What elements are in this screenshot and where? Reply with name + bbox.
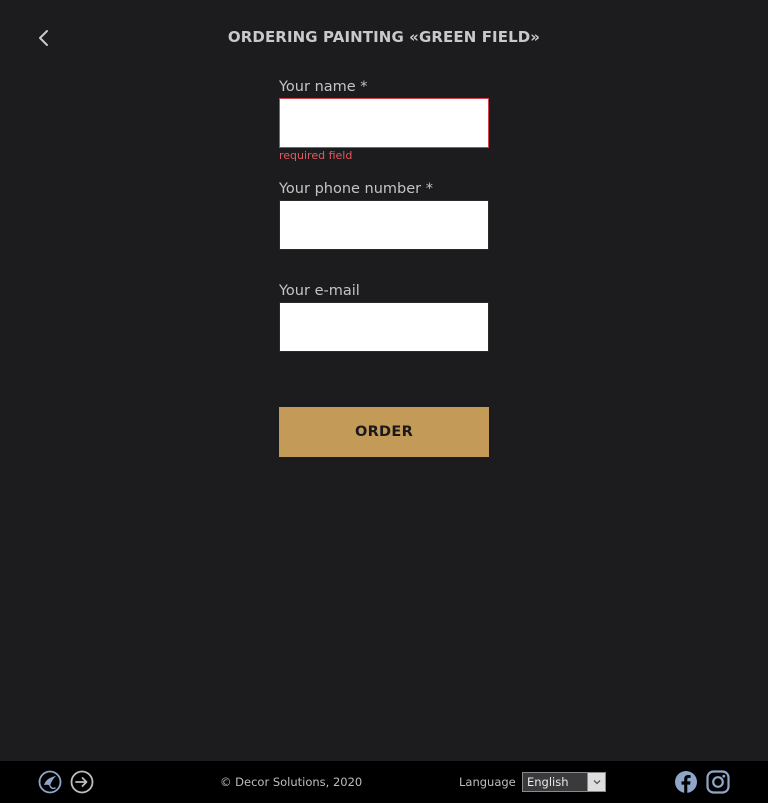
name-error-message: required field	[279, 149, 353, 162]
phone-input[interactable]	[279, 200, 489, 250]
order-button[interactable]: ORDER	[279, 407, 489, 457]
email-input[interactable]	[279, 302, 489, 352]
email-label: Your e-mail	[279, 283, 360, 299]
name-label: Your name *	[279, 79, 368, 95]
chevron-down-icon[interactable]	[587, 773, 605, 791]
page-title: ORDERING PAINTING «GREEN FIELD»	[227, 28, 541, 46]
name-field-group: Your name * required field	[279, 78, 489, 163]
language-select[interactable]: English	[522, 772, 606, 792]
phone-label: Your phone number *	[279, 181, 433, 197]
language-selected-value: English	[527, 775, 569, 789]
instagram-icon[interactable]	[706, 770, 730, 794]
phone-field-group: Your phone number *	[279, 180, 489, 250]
brush-logo-icon[interactable]	[38, 770, 62, 794]
name-input[interactable]	[279, 98, 489, 148]
email-field-group: Your e-mail	[279, 282, 489, 352]
facebook-icon[interactable]	[674, 770, 698, 794]
copyright-text: © Decor Solutions, 2020	[220, 775, 363, 789]
order-page: ORDERING PAINTING «GREEN FIELD» Your nam…	[0, 0, 768, 803]
footer: © Decor Solutions, 2020 Language English	[0, 761, 768, 803]
login-icon[interactable]	[70, 770, 94, 794]
language-label: Language	[459, 775, 516, 789]
